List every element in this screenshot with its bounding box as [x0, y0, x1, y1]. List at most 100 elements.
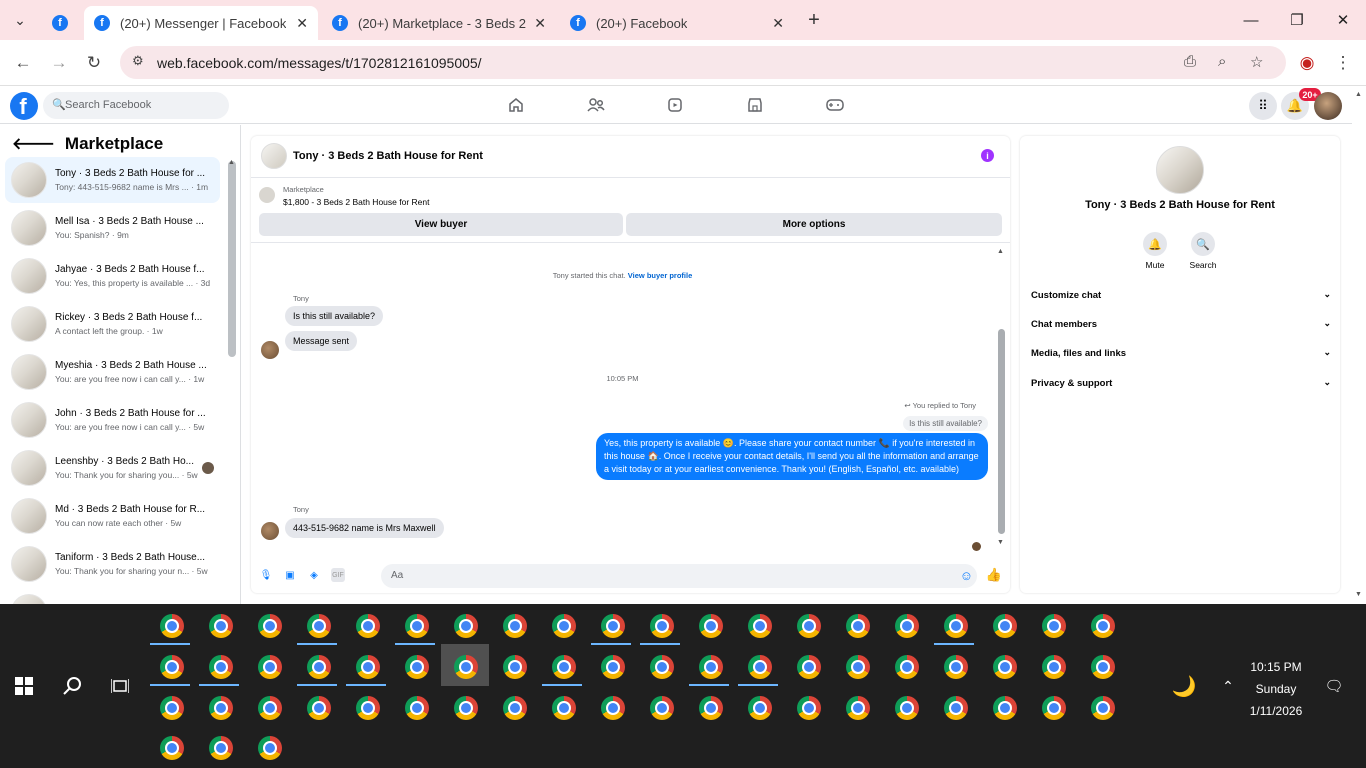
chrome-taskbar-icon[interactable] — [258, 655, 282, 679]
minimize-icon[interactable]: — — [1236, 8, 1266, 32]
details-name[interactable]: Tony · 3 Beds 2 Bath House for Rent — [1020, 199, 1340, 211]
conversation-item[interactable]: Myeshia · 3 Beds 2 Bath House ... You: ar… — [5, 349, 220, 395]
facebook-logo-icon[interactable]: f — [10, 92, 38, 120]
scroll-up-arrow-icon[interactable]: ▲ — [997, 248, 1004, 255]
facebook-search-input[interactable]: 🔍 Search Facebook — [43, 92, 229, 119]
tab-facebook[interactable]: f (20+) Facebook ✕ — [560, 6, 794, 40]
conversation-item[interactable]: Anthony · 3 Beds 2 Bath House... — [5, 589, 220, 604]
chrome-taskbar-icon[interactable] — [1042, 655, 1066, 679]
bookmark-star-icon[interactable]: ☆ — [1250, 53, 1263, 71]
view-buyer-profile-link[interactable]: View buyer profile — [628, 271, 692, 280]
chrome-taskbar-icon[interactable] — [650, 614, 674, 638]
chrome-taskbar-icon[interactable] — [699, 614, 723, 638]
gaming-nav-icon[interactable] — [825, 95, 845, 115]
forward-icon[interactable]: → — [48, 52, 70, 74]
incoming-message[interactable]: Message sent — [285, 331, 358, 351]
browser-menu-icon[interactable]: ⋮ — [1332, 52, 1354, 74]
message-input[interactable]: Aa ☺ — [381, 564, 977, 588]
chrome-taskbar-icon[interactable] — [1042, 614, 1066, 638]
details-avatar[interactable] — [1156, 146, 1204, 194]
chrome-taskbar-icon[interactable] — [552, 696, 576, 720]
chrome-taskbar-icon[interactable] — [1091, 614, 1115, 638]
pinned-facebook-tab[interactable]: f — [42, 6, 78, 40]
windows-start-icon[interactable] — [12, 674, 36, 698]
chrome-taskbar-icon[interactable] — [160, 614, 184, 638]
sidebar-scrollbar[interactable] — [228, 161, 236, 357]
conversation-item[interactable]: Mell Isa · 3 Beds 2 Bath House ... You: S… — [5, 205, 220, 251]
chrome-taskbar-icon[interactable] — [601, 696, 625, 720]
restore-icon[interactable]: ❐ — [1282, 8, 1312, 32]
scroll-down-arrow-icon[interactable]: ▼ — [1355, 591, 1362, 598]
more-options-button[interactable]: More options — [626, 213, 1002, 236]
taskbar-search-icon[interactable] — [60, 674, 84, 698]
chrome-taskbar-icon[interactable] — [748, 696, 772, 720]
close-tab-icon[interactable]: ✕ — [534, 15, 546, 32]
chrome-taskbar-icon[interactable] — [944, 614, 968, 638]
account-avatar[interactable] — [1314, 92, 1342, 120]
chrome-taskbar-icon[interactable] — [846, 696, 870, 720]
chrome-taskbar-icon[interactable] — [209, 655, 233, 679]
home-nav-icon[interactable] — [506, 95, 526, 115]
chrome-taskbar-icon[interactable] — [454, 614, 478, 638]
chrome-taskbar-icon[interactable] — [307, 696, 331, 720]
chrome-taskbar-icon[interactable] — [503, 614, 527, 638]
chrome-taskbar-icon[interactable] — [258, 614, 282, 638]
friends-nav-icon[interactable] — [586, 95, 606, 115]
chrome-taskbar-icon[interactable] — [846, 614, 870, 638]
chrome-taskbar-icon[interactable] — [160, 655, 184, 679]
listing-thumbnail[interactable] — [259, 187, 275, 203]
chrome-taskbar-icon[interactable] — [650, 655, 674, 679]
media-files-links-section[interactable]: Media, files and links ⌄ — [1031, 347, 1331, 359]
chrome-taskbar-icon[interactable] — [699, 696, 723, 720]
chrome-taskbar-icon[interactable] — [307, 614, 331, 638]
chrome-taskbar-icon[interactable] — [503, 655, 527, 679]
close-tab-icon[interactable]: ✕ — [772, 15, 784, 32]
conversation-item[interactable]: Rickey · 3 Beds 2 Bath House f... A conta… — [5, 301, 220, 347]
tab-marketplace[interactable]: f (20+) Marketplace - 3 Beds 2 Ba ✕ — [322, 6, 556, 40]
privacy-support-section[interactable]: Privacy & support ⌄ — [1031, 377, 1331, 389]
system-clock[interactable]: 10:15 PM Sunday 1/11/2026 — [1230, 656, 1322, 722]
scroll-up-arrow-icon[interactable]: ▲ — [1355, 91, 1362, 98]
chrome-taskbar-icon[interactable] — [160, 696, 184, 720]
chrome-taskbar-icon[interactable] — [552, 614, 576, 638]
reload-icon[interactable]: ↻ — [83, 52, 105, 74]
chrome-taskbar-icon[interactable] — [258, 736, 282, 760]
chrome-taskbar-icon[interactable] — [405, 696, 429, 720]
incoming-message[interactable]: Is this still available? — [285, 306, 384, 326]
listing-title[interactable]: $1,800 - 3 Beds 2 Bath House for Rent — [283, 197, 429, 207]
chrome-taskbar-icon[interactable] — [209, 736, 233, 760]
chrome-taskbar-icon[interactable] — [160, 736, 184, 760]
view-buyer-button[interactable]: View buyer — [259, 213, 623, 236]
conversation-item[interactable]: John · 3 Beds 2 Bath House for ... You: a… — [5, 397, 220, 443]
mute-button[interactable]: 🔔 Mute — [1135, 232, 1175, 270]
conversation-item[interactable]: Jahyae · 3 Beds 2 Bath House f... You: Ye… — [5, 253, 220, 299]
site-info-icon[interactable]: ⚙ — [132, 53, 144, 69]
search-button[interactable]: 🔍 Search — [1183, 232, 1223, 270]
chrome-taskbar-icon[interactable] — [356, 655, 380, 679]
chrome-taskbar-icon[interactable] — [846, 655, 870, 679]
chrome-taskbar-icon[interactable] — [797, 696, 821, 720]
menu-grid-icon[interactable]: ⠿ — [1249, 92, 1277, 120]
chrome-taskbar-icon[interactable] — [895, 655, 919, 679]
page-scrollbar[interactable]: ▲ ▼ — [1352, 87, 1366, 604]
url-text[interactable]: web.facebook.com/messages/t/170281216109… — [157, 55, 482, 71]
emoji-icon[interactable]: ☺ — [960, 564, 973, 588]
tab-messenger[interactable]: f (20+) Messenger | Facebook ✕ — [84, 6, 318, 40]
chrome-taskbar-icon[interactable] — [993, 614, 1017, 638]
photo-icon[interactable]: ▣ — [283, 568, 297, 582]
microphone-icon[interactable]: 🎙 — [259, 568, 273, 582]
zoom-icon[interactable]: ⌕ — [1218, 53, 1226, 70]
chrome-taskbar-icon[interactable] — [650, 696, 674, 720]
chrome-taskbar-icon[interactable] — [895, 696, 919, 720]
chrome-taskbar-icon[interactable] — [258, 696, 282, 720]
chrome-taskbar-icon[interactable] — [993, 655, 1017, 679]
chrome-taskbar-icon[interactable] — [209, 696, 233, 720]
chrome-taskbar-icon[interactable] — [895, 614, 919, 638]
chrome-taskbar-icon[interactable] — [944, 655, 968, 679]
profile-icon[interactable]: ◉ — [1296, 52, 1318, 74]
tab-search-chevron-icon[interactable]: ⌄ — [8, 8, 32, 32]
conversation-item[interactable]: Tony · 3 Beds 2 Bath House for ... Tony: … — [5, 157, 220, 203]
incoming-message[interactable]: 443-515-9682 name is Mrs Maxwell — [285, 518, 444, 538]
conversation-item[interactable]: Md · 3 Beds 2 Bath House for R... You can… — [5, 493, 220, 539]
gif-icon[interactable]: GIF — [331, 568, 345, 582]
